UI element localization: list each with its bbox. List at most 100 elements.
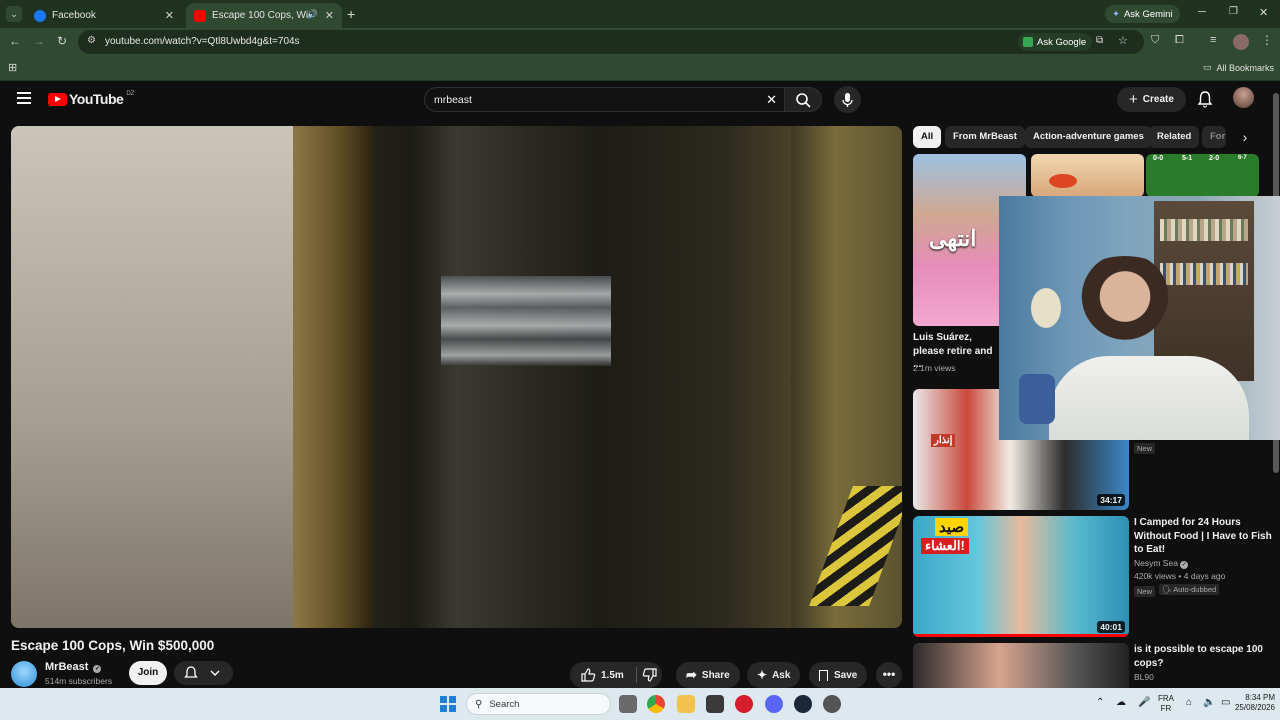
app-icon[interactable] — [706, 695, 724, 713]
red-arrow-graphic — [1049, 174, 1077, 188]
windows-start-icon[interactable] — [440, 696, 456, 712]
browser-tab-strip: ⌄ Facebook ✕ Escape 100 Cops, Win $500 🔊… — [0, 0, 1280, 28]
minimize-button[interactable]: ─ — [1198, 6, 1206, 18]
ask-gemini-button[interactable]: ✦ Ask Gemini — [1105, 5, 1180, 23]
score-strip-thumbnail[interactable]: 0-0 5-1 2-0 6-7 — [1146, 154, 1259, 197]
back-icon[interactable]: ← — [9, 34, 21, 48]
channel-name[interactable]: BL90 — [1134, 671, 1154, 684]
address-bar[interactable]: ⚙ youtube.com/watch?v=Qtl8Uwbd4g&t=704s … — [78, 30, 1144, 54]
shield-icon[interactable]: ⛉ — [1151, 34, 1159, 47]
app-icon[interactable] — [823, 695, 841, 713]
volume-icon[interactable]: 🔈 — [1203, 698, 1215, 708]
close-window-button[interactable]: ✕ — [1259, 6, 1268, 19]
search-button[interactable] — [784, 87, 822, 112]
cloud-icon[interactable]: ☁ — [1116, 698, 1126, 708]
subscription-bell-button[interactable] — [174, 661, 233, 685]
create-button[interactable]: + Create — [1117, 87, 1186, 112]
more-actions-button[interactable]: ••• — [876, 662, 902, 688]
share-label: Share — [701, 669, 730, 681]
wifi-icon[interactable]: ⌂ — [1186, 698, 1192, 708]
clock[interactable]: 8:34 PM 25/08/2026 — [1231, 693, 1275, 713]
forward-icon[interactable]: → — [33, 34, 45, 48]
video-title-line: is it possible to escape 100 — [1134, 644, 1263, 655]
new-tab-button[interactable]: + — [347, 6, 355, 22]
notifications-bell-icon[interactable] — [1197, 90, 1213, 108]
score-text: 5-1 — [1182, 155, 1193, 162]
show-hidden-icons[interactable]: ⌃ — [1096, 698, 1104, 708]
share-button[interactable]: ➦ Share — [676, 662, 740, 688]
clock-time: 8:34 PM — [1245, 693, 1275, 702]
chips-next-icon[interactable]: › — [1234, 126, 1256, 148]
thumbs-down-icon[interactable] — [642, 667, 658, 683]
chip-all[interactable]: All — [913, 126, 942, 148]
thumbs-up-icon — [581, 668, 596, 682]
chip-for-you[interactable]: For — [1202, 126, 1226, 148]
ask-button[interactable]: ✦ Ask — [747, 662, 801, 688]
reload-icon[interactable]: ↻ — [57, 34, 67, 48]
close-icon[interactable]: ✕ — [325, 9, 334, 22]
language-indicator[interactable]: FRA FR — [1158, 694, 1174, 714]
video-thumbnail[interactable] — [913, 643, 1129, 688]
file-explorer-icon[interactable] — [677, 695, 695, 713]
video-thumbnail[interactable] — [1031, 154, 1144, 197]
clear-search-icon[interactable]: ✕ — [766, 92, 777, 108]
gemini-icon: ✦ — [1112, 8, 1120, 20]
menu-icon[interactable] — [17, 92, 31, 104]
apps-grid-icon[interactable]: ⊞ — [8, 61, 17, 74]
all-bookmarks-button[interactable]: ▭ All Bookmarks — [1203, 62, 1274, 73]
video-title-line: cops? — [1134, 657, 1164, 669]
more-menu-icon[interactable]: ⋮ — [1261, 33, 1273, 47]
task-view-icon[interactable] — [619, 695, 637, 713]
ask-google-button[interactable]: Ask Google — [1018, 33, 1093, 51]
folder-icon: ▭ — [1203, 62, 1212, 72]
view-count: 420k views • 4 days ago — [1134, 571, 1226, 581]
like-divider — [636, 667, 637, 683]
speaker-icon[interactable]: 🔊 — [307, 9, 318, 20]
battery-icon[interactable]: ▭ — [1221, 698, 1230, 708]
dubbing-icon: 🗣 — [1162, 585, 1172, 594]
profile-avatar[interactable] — [1233, 34, 1249, 50]
share-icon: ➦ — [686, 667, 697, 682]
opera-icon[interactable] — [735, 695, 753, 713]
discord-icon[interactable] — [765, 695, 783, 713]
channel-avatar[interactable] — [11, 661, 37, 687]
score-text: 0-0 — [1153, 155, 1164, 162]
join-button[interactable]: Join — [129, 661, 167, 685]
extensions-icon[interactable]: ⧠ — [1175, 34, 1184, 47]
microphone-icon[interactable]: 🎤 — [1138, 698, 1150, 708]
video-title[interactable]: I Camped for 24 Hours Without Food | I H… — [1134, 516, 1274, 557]
close-icon[interactable]: ✕ — [165, 9, 174, 22]
video-title[interactable]: is it possible to escape 100 cops? — [1134, 643, 1274, 670]
channel-name[interactable]: Nesym Sea ✓ — [1134, 557, 1189, 570]
save-button[interactable]: Save — [809, 662, 868, 688]
channel-name[interactable]: MrBeast ✓ — [45, 661, 102, 673]
taskbar-search-label: Search — [489, 698, 520, 710]
chip-action-adventure[interactable]: Action-adventure games — [1025, 126, 1152, 148]
channel-name-text: Nesym Sea — [1134, 558, 1178, 568]
chip-from-mrbeast[interactable]: From MrBeast — [945, 126, 1025, 148]
steam-icon[interactable] — [794, 695, 812, 713]
chip-related[interactable]: Related — [1149, 126, 1200, 148]
restore-button[interactable]: ❐ — [1229, 6, 1238, 17]
reading-list-icon[interactable]: ≡ — [1210, 34, 1216, 46]
voice-search-button[interactable] — [834, 86, 861, 113]
chrome-icon[interactable] — [647, 695, 665, 713]
site-info-icon[interactable]: ⚙ — [87, 35, 96, 46]
user-avatar[interactable] — [1233, 87, 1254, 108]
taskbar-search-box[interactable]: ⚲ Search — [466, 693, 611, 715]
tab-youtube-video[interactable]: Escape 100 Cops, Win $500 🔊 ✕ — [186, 3, 342, 28]
youtube-logo[interactable]: YouTube DZ — [48, 91, 134, 107]
bookmark-star-icon[interactable]: ☆ — [1118, 34, 1128, 47]
install-app-icon[interactable]: ⧉ — [1096, 35, 1103, 46]
tab-search-button[interactable]: ⌄ — [6, 6, 22, 22]
like-button[interactable]: 1.5m — [570, 662, 662, 688]
tab-facebook[interactable]: Facebook ✕ — [26, 3, 182, 28]
video-player[interactable] — [11, 126, 902, 628]
streamer-head-graphic — [1065, 256, 1185, 346]
auto-dubbed-badge: 🗣 Auto-dubbed — [1159, 584, 1220, 595]
lamp-graphic — [1031, 288, 1061, 328]
video-thumbnail[interactable]: صيد العشاء! 40:01 — [913, 516, 1129, 637]
search-input[interactable]: mrbeast ✕ — [424, 87, 786, 112]
browser-toolbar: ← → ↻ ⚙ youtube.com/watch?v=Qtl8Uwbd4g&t… — [0, 28, 1280, 56]
bookmark-icon — [819, 669, 828, 681]
